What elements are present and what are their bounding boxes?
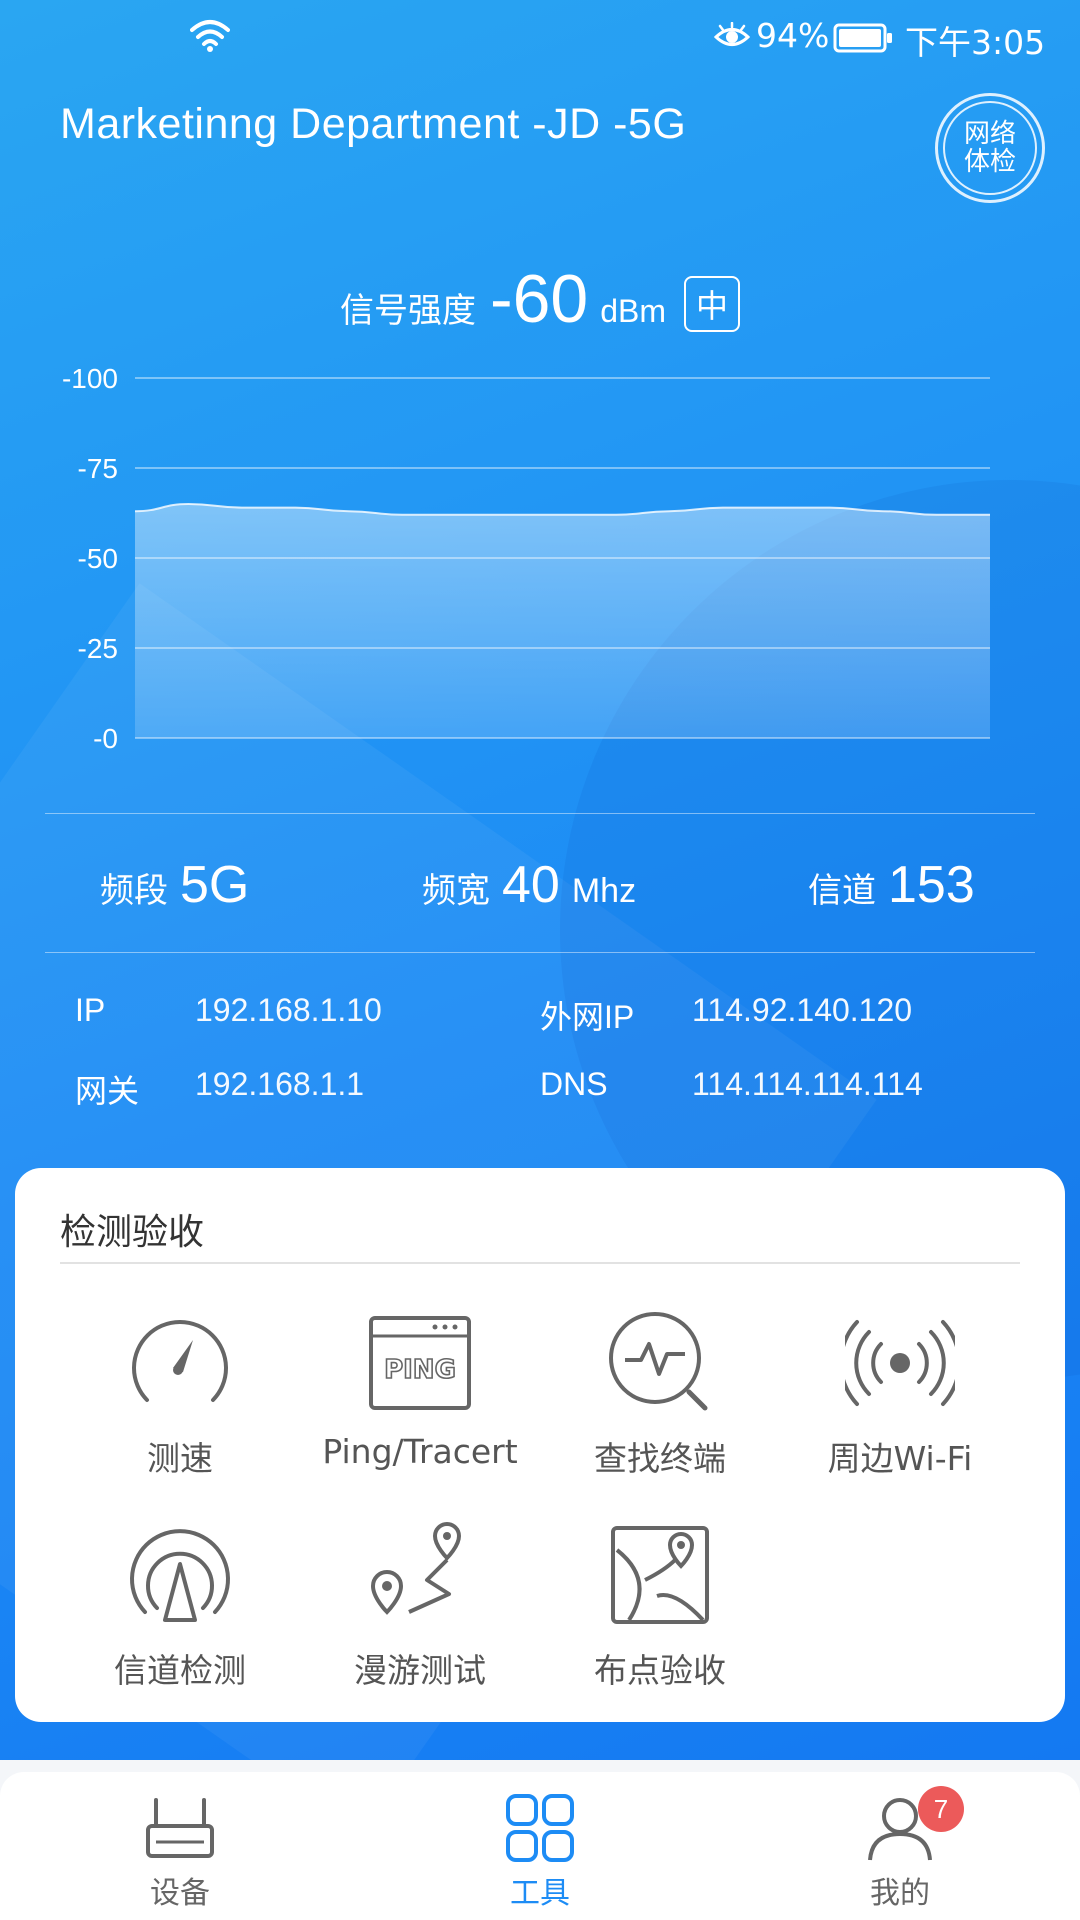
wifi-status-icon	[190, 20, 230, 52]
status-bar: 94% 下午3:05	[0, 0, 1080, 76]
ip-value: 192.168.1.10	[195, 992, 382, 1028]
nav-label: 工具	[510, 1876, 570, 1911]
signal-strength-row: 信号强度 -60 dBm 中	[0, 260, 1080, 338]
signal-strength-label: 信号强度	[339, 291, 476, 331]
tool-label: 测速	[147, 1439, 213, 1478]
signal-chart: -100 -75 -50 -25 -0	[62, 363, 990, 750]
network-diagnose-button[interactable]: 网络体检	[935, 93, 1045, 203]
channel-antenna-icon	[130, 1529, 230, 1622]
divider	[60, 1262, 1020, 1264]
signal-level-badge: 中	[684, 276, 741, 332]
channel-value: 153	[888, 856, 975, 914]
network-diagnose-label: 网络体检	[943, 101, 1037, 195]
signal-strength-value: -60	[489, 261, 589, 337]
map-pin-icon	[611, 1526, 709, 1624]
band-stat: 频段 5G	[100, 855, 249, 915]
speedometer-icon	[132, 1320, 228, 1402]
tool-label: 周边Wi-Fi	[827, 1439, 973, 1478]
nav-label: 我的	[870, 1876, 930, 1911]
tool-site-acceptance[interactable]: 布点验收	[540, 1520, 780, 1692]
chart-y-tick-label: -50	[78, 543, 118, 574]
wan-ip-value: 114.92.140.120	[692, 992, 913, 1028]
channel-stat: 信道 153	[808, 855, 975, 915]
chart-y-tick-label: -100	[62, 363, 118, 394]
grid-icon	[506, 1794, 574, 1862]
tool-label: Ping/Tracert	[322, 1432, 518, 1471]
bandwidth-unit: Mhz	[571, 872, 637, 910]
tool-label: 查找终端	[594, 1439, 726, 1478]
ssid-title: Marketinng Department -JD -5G	[60, 100, 687, 148]
tools-card: 检测验收 测速 PING Ping/Tracert 查找终端 周边Wi-Fi 信…	[15, 1168, 1065, 1722]
tool-find-terminal[interactable]: 查找终端	[540, 1308, 780, 1480]
gateway-value: 192.168.1.1	[195, 1066, 365, 1102]
band-label: 频段	[100, 871, 168, 911]
router-icon	[146, 1798, 214, 1858]
chart-signal-area	[135, 504, 990, 738]
divider	[45, 952, 1035, 953]
gateway-label: 网关	[75, 1073, 140, 1109]
nav-tools[interactable]: 工具	[440, 1792, 640, 1912]
bandwidth-label: 频宽	[422, 871, 490, 911]
tool-channel-test[interactable]: 信道检测	[60, 1520, 300, 1692]
search-pulse-icon	[609, 1312, 708, 1411]
bandwidth-value: 40	[502, 856, 560, 914]
dns-label: DNS	[540, 1066, 608, 1102]
tool-ping[interactable]: PING Ping/Tracert	[300, 1308, 540, 1471]
notification-badge: 7	[918, 1786, 964, 1832]
eye-icon	[714, 22, 750, 46]
tool-label: 漫游测试	[354, 1651, 486, 1690]
tools-card-title: 检测验收	[60, 1212, 205, 1253]
chart-y-tick-label: -25	[78, 633, 118, 664]
bandwidth-stat: 频宽 40 Mhz	[422, 855, 636, 915]
tool-speed-test[interactable]: 测速	[60, 1308, 300, 1480]
battery-percentage: 94%	[756, 16, 830, 55]
ping-window-icon: PING	[369, 1316, 471, 1410]
band-value: 5G	[180, 856, 250, 914]
nav-label: 设备	[150, 1876, 210, 1911]
tool-label: 信道检测	[114, 1651, 246, 1690]
tool-nearby-wifi[interactable]: 周边Wi-Fi	[780, 1308, 1020, 1480]
chart-y-tick-label: -0	[93, 723, 118, 750]
signal-strength-unit: dBm	[600, 293, 667, 329]
chart-y-tick-label: -75	[78, 453, 118, 484]
nav-profile[interactable]: 我的 7	[800, 1786, 1000, 1912]
clock: 下午3:05	[905, 23, 1046, 62]
broadcast-icon	[845, 1320, 955, 1406]
route-pins-icon	[370, 1521, 462, 1615]
tool-roaming-test[interactable]: 漫游测试	[300, 1520, 540, 1692]
channel-label: 信道	[808, 871, 876, 911]
wan-ip-label: 外网IP	[540, 999, 635, 1035]
nav-devices[interactable]: 设备	[80, 1792, 280, 1912]
tool-label: 布点验收	[594, 1651, 726, 1690]
dns-value: 114.114.114.114	[692, 1066, 923, 1102]
battery-icon	[833, 23, 892, 53]
ip-label: IP	[75, 992, 106, 1028]
divider	[45, 813, 1035, 814]
bottom-nav: 设备 工具 我的 7	[0, 1772, 1080, 1920]
ping-icon-text: PING	[384, 1355, 456, 1385]
